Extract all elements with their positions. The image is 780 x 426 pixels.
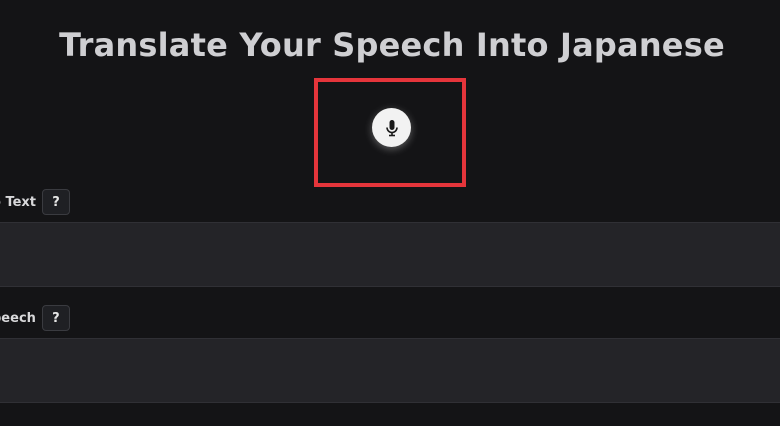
page-title: Translate Your Speech Into Japanese [59, 26, 725, 64]
speech-to-text-output[interactable] [0, 222, 780, 287]
translated-speech-label: peech [0, 310, 36, 326]
speech-to-text-header: o Text ? [0, 189, 71, 215]
translated-speech-header: peech ? [0, 305, 70, 331]
speech-to-text-help-button[interactable]: ? [42, 189, 71, 215]
translated-speech-output[interactable] [0, 338, 780, 403]
speech-to-text-label: o Text [0, 194, 37, 210]
record-microphone-button[interactable] [372, 108, 411, 147]
translator-page: Translate Your Speech Into Japanese o Te… [0, 0, 780, 426]
microphone-icon [385, 119, 398, 136]
translated-speech-help-button[interactable]: ? [41, 305, 70, 331]
